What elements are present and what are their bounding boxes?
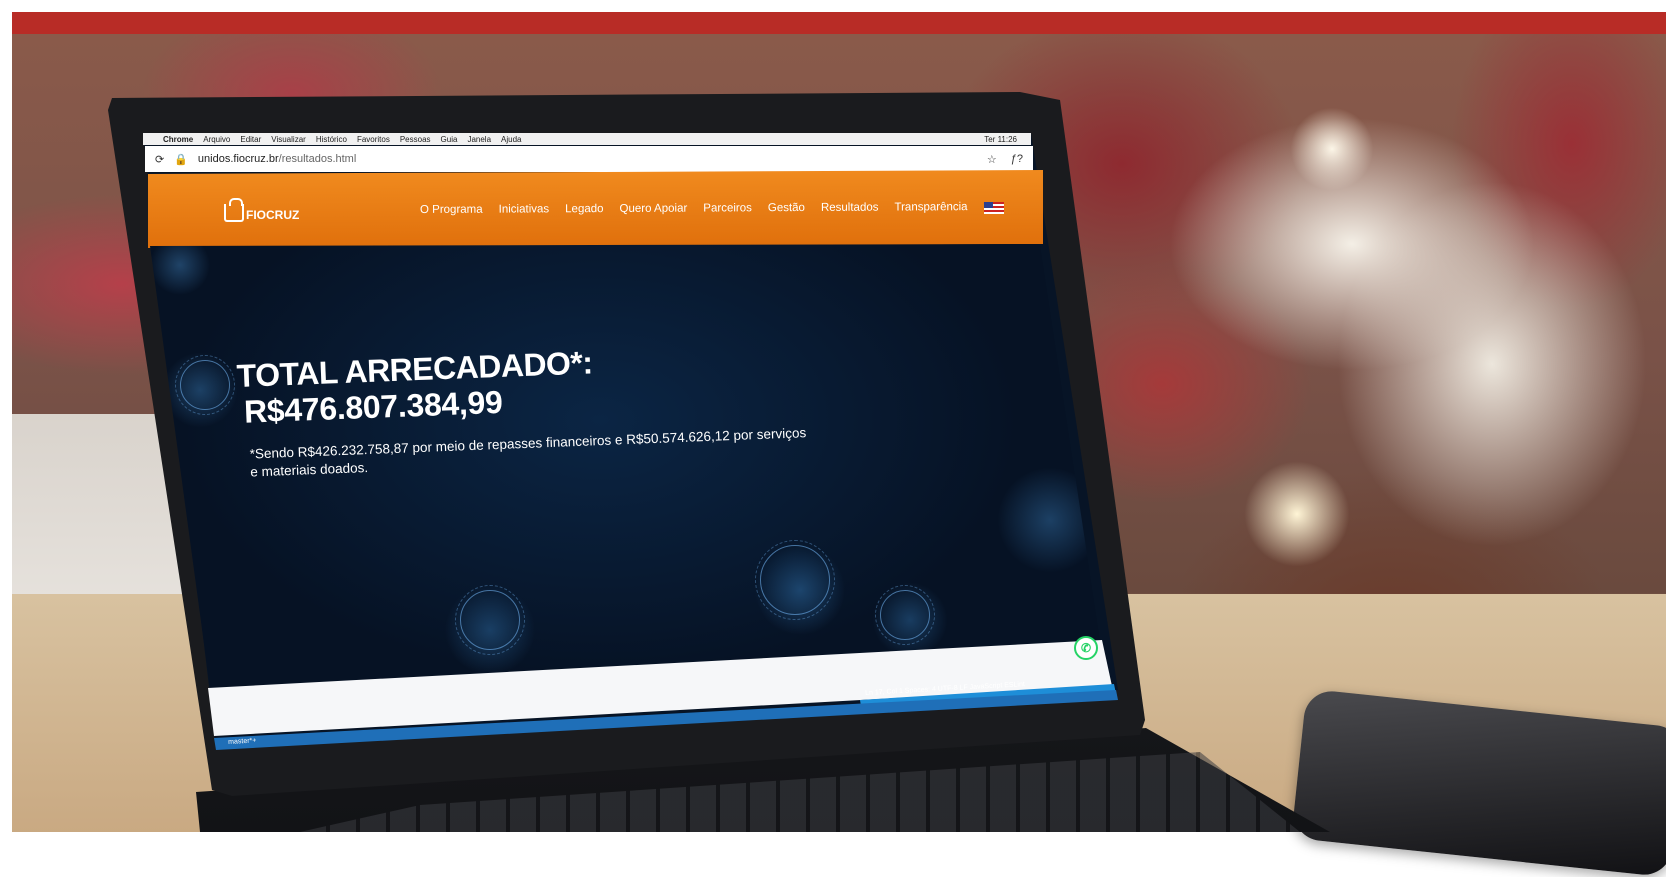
nav-legado[interactable]: Legado [565,203,603,215]
virus-illustration-icon [175,355,235,415]
extension-icon[interactable]: ƒ? [1011,153,1023,166]
menu-guia[interactable]: Guia [441,135,458,144]
url-host: unidos.fiocruz.br [197,153,279,165]
virus-illustration-icon [455,585,525,655]
bookmark-star-icon[interactable]: ☆ [987,153,997,166]
fiocruz-logo[interactable]: FIOCRUZ [224,198,300,222]
whatsapp-icon[interactable]: ✆ [1074,636,1098,660]
menu-historico[interactable]: Histórico [316,135,347,144]
lock-icon: 🔒 [174,153,188,166]
us-flag-icon[interactable] [983,201,1004,215]
nav-o-programa[interactable]: O Programa [420,204,483,216]
hero-text-block: TOTAL ARRECADADO*: R$476.807.384,99 *Sen… [236,336,810,482]
nav-resultados[interactable]: Resultados [821,202,879,214]
nav-gestao[interactable]: Gestão [768,202,805,214]
menu-pessoas[interactable]: Pessoas [400,135,431,144]
nav-parceiros[interactable]: Parceiros [703,202,752,214]
menu-visualizar[interactable]: Visualizar [271,135,306,144]
menu-editar[interactable]: Editar [240,135,261,144]
menu-favoritos[interactable]: Favoritos [357,135,390,144]
browser-address-bar[interactable]: ⟳ 🔒 unidos.fiocruz.br/resultados.html ☆ … [145,146,1033,172]
menu-ajuda[interactable]: Ajuda [501,135,521,144]
virus-illustration-icon [755,540,835,620]
laptop: Chrome Arquivo Editar Visualizar Históri… [0,0,1666,832]
nav-quero-apoiar[interactable]: Quero Apoiar [619,203,687,215]
menubar-app-name[interactable]: Chrome [163,135,193,144]
menubar-clock: Ter 11:26 [984,134,1017,144]
bag-logo-icon [224,198,244,222]
url-text[interactable]: unidos.fiocruz.br/resultados.html [198,153,356,165]
nav-iniciativas[interactable]: Iniciativas [499,203,550,215]
menu-janela[interactable]: Janela [467,135,491,144]
reload-icon[interactable]: ⟳ [155,153,164,166]
menu-arquivo[interactable]: Arquivo [203,135,230,144]
logo-text: FIOCRUZ [246,208,300,222]
url-path: /resultados.html [278,153,357,165]
virus-illustration-icon [875,585,935,645]
mac-menubar: Chrome Arquivo Editar Visualizar Históri… [143,133,1031,145]
nav-transparencia[interactable]: Transparência [894,201,967,213]
